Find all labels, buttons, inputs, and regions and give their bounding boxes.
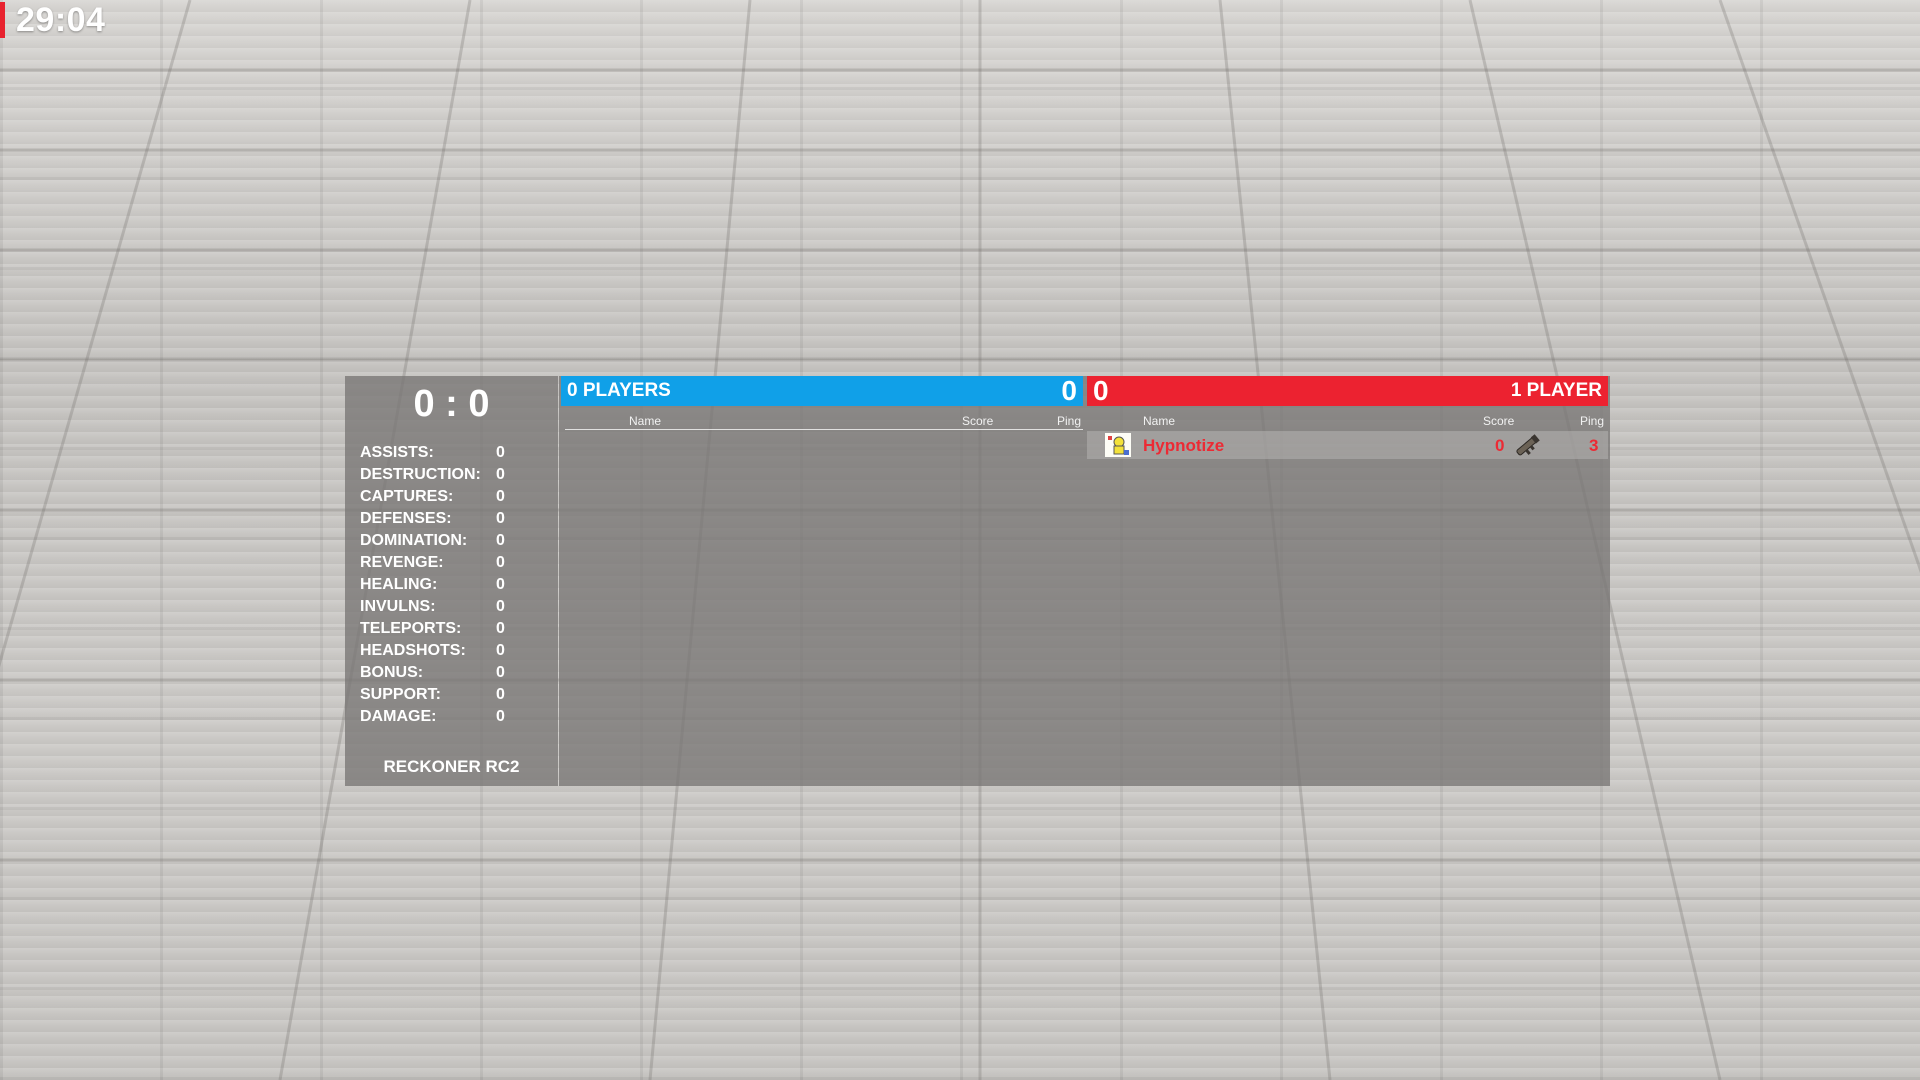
column-header-name: Name [1143, 414, 1176, 428]
blu-player-count: 0 PLAYERS [567, 380, 671, 401]
player-name: Hypnotize [1143, 436, 1225, 455]
blu-team-score: 0 [1061, 375, 1077, 406]
red-column-headers: Name Score Ping [1089, 413, 1608, 430]
stat-label: DOMINATION: [360, 532, 468, 549]
red-player-count: 1 PLAYER [1510, 380, 1602, 401]
column-header-ping: Ping [1580, 414, 1605, 428]
stat-value: 0 [496, 686, 505, 703]
stat-label: REVENGE: [360, 554, 444, 571]
weapon-name: RECKONER RC2 [383, 757, 520, 776]
stat-value: 0 [496, 598, 505, 615]
player-score: 0 [1495, 436, 1505, 455]
column-header-score: Score [962, 414, 994, 428]
timer-accent-bar [0, 2, 5, 38]
stat-label: CAPTURES: [360, 488, 454, 505]
stat-value: 0 [496, 664, 505, 681]
stat-row-assists: ASSISTS: 0 [360, 442, 558, 464]
stat-row-invulns: INVULNS: 0 [360, 596, 558, 618]
stat-row-captures: CAPTURES: 0 [360, 486, 558, 508]
stat-row-defenses: DEFENSES: 0 [360, 508, 558, 530]
scoreboard-teams-panel: 0 PLAYERS 0 0 1 PLAYER Name Score Ping N… [559, 375, 1610, 786]
blu-team-header: 0 PLAYERS 0 [561, 375, 1083, 406]
column-header-name: Name [629, 414, 662, 428]
player-stats-panel: 0 : 0 ASSISTS: 0 DESTRUCTION: 0 CAPTURES: 0… [345, 376, 558, 786]
red-team-score: 0 [1093, 375, 1109, 406]
stat-row-support: SUPPORT: 0 [360, 684, 558, 706]
total-score: 0 : 0 [413, 383, 490, 425]
stat-label: INVULNS: [360, 598, 436, 615]
stat-value: 0 [496, 466, 505, 483]
stat-row-healing: HEALING: 0 [360, 574, 558, 596]
stat-value: 0 [496, 708, 505, 725]
round-timer: 29:04 [0, 0, 132, 40]
stat-label: DAMAGE: [360, 708, 437, 725]
stat-row-destruction: DESTRUCTION: 0 [360, 464, 558, 486]
red-team-header: 0 1 PLAYER [1087, 375, 1608, 406]
stat-row-teleports: TELEPORTS: 0 [360, 618, 558, 640]
stat-value: 0 [496, 554, 505, 571]
stat-value: 0 [496, 532, 505, 549]
player-avatar-icon [1105, 433, 1131, 457]
rocket-launcher-icon [1513, 432, 1543, 458]
stat-value: 0 [496, 642, 505, 659]
stat-row-bonus: BONUS: 0 [360, 662, 558, 684]
stat-label: HEADSHOTS: [360, 642, 466, 659]
column-header-ping: Ping [1057, 414, 1082, 428]
stat-label: HEALING: [360, 576, 438, 593]
stat-label: SUPPORT: [360, 686, 441, 703]
player-row[interactable]: Hypnotize 0 3 [1087, 431, 1608, 459]
stat-label: DESTRUCTION: [360, 466, 481, 483]
stat-row-domination: DOMINATION: 0 [360, 530, 558, 552]
player-ping: 3 [1589, 436, 1599, 455]
stat-list: ASSISTS: 0 DESTRUCTION: 0 CAPTURES: 0 DEFEN… [345, 442, 558, 728]
stat-row-revenge: REVENGE: 0 [360, 552, 558, 574]
stat-value: 0 [496, 488, 505, 505]
stat-row-headshots: HEADSHOTS: 0 [360, 640, 558, 662]
round-timer-text: 29:04 [16, 0, 106, 39]
stat-label: TELEPORTS: [360, 620, 462, 637]
column-header-score: Score [1483, 414, 1515, 428]
stat-value: 0 [496, 510, 505, 527]
stat-row-damage: DAMAGE: 0 [360, 706, 558, 728]
stat-value: 0 [496, 576, 505, 593]
stat-value: 0 [496, 444, 505, 461]
stat-label: BONUS: [360, 664, 424, 681]
stat-value: 0 [496, 620, 505, 637]
blu-column-headers: Name Score Ping [565, 413, 1083, 430]
stat-label: ASSISTS: [360, 444, 434, 461]
stat-label: DEFENSES: [360, 510, 452, 527]
